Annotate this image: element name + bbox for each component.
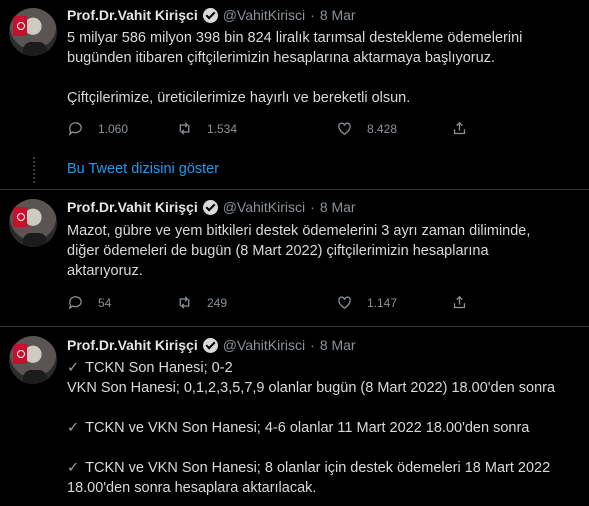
tweet-text-line: VKN Son Hanesi; 0,1,2,3,5,7,9 olanlar bu…: [67, 380, 556, 396]
tweet-header: Prof.Dr.Vahit Kirişçi @VahitKirisci · 8 …: [67, 337, 356, 353]
verified-icon: [202, 337, 218, 353]
retweet-icon: [179, 122, 190, 135]
tweet-text-line: bugünden itibaren çiftçilerimizin hesapl…: [67, 50, 495, 66]
retweet-icon: [179, 296, 190, 309]
like-button[interactable]: 1.147: [336, 294, 451, 311]
retweet-button[interactable]: 249: [176, 294, 336, 311]
flag-icon: [13, 344, 27, 364]
tweet-date[interactable]: 8 Mar: [320, 199, 356, 215]
tweet-text-line: diğer ödemeleri de bugün (8 Mart 2022) ç…: [67, 243, 489, 259]
retweet-button[interactable]: 1.534: [176, 120, 336, 137]
separator-dot: ·: [310, 337, 315, 353]
retweet-count: 1.534: [207, 121, 238, 136]
checkmark-icon: ✓: [67, 460, 80, 476]
reply-count: 1.060: [98, 121, 129, 136]
author-name[interactable]: Prof.Dr.Vahit Kirişçi: [67, 199, 198, 215]
separator-dot: ·: [310, 199, 315, 215]
share-icon: [453, 121, 466, 135]
checkmark-icon: ✓: [67, 360, 80, 376]
tweet-text-line: ✓ TCKN Son Hanesi; 0-2: [67, 360, 233, 376]
share-button[interactable]: [451, 294, 468, 311]
tweet-header: Prof.Dr.Vahit Kirişci @VahitKirisci · 8 …: [67, 7, 356, 23]
thread-line: [33, 157, 37, 183]
like-count: 1.147: [367, 295, 398, 310]
reply-icon: [68, 122, 82, 136]
divider: [0, 189, 589, 190]
author-handle[interactable]: @VahitKirisci: [223, 7, 305, 23]
reply-count: 54: [98, 295, 112, 310]
tweet-date[interactable]: 8 Mar: [320, 337, 356, 353]
share-button[interactable]: [451, 120, 468, 137]
heart-icon: [338, 122, 351, 135]
divider: [0, 326, 589, 327]
author-handle[interactable]: @VahitKirisci: [223, 337, 305, 353]
like-button[interactable]: 8.428: [336, 120, 451, 137]
flag-icon: [13, 16, 27, 36]
tweet-header: Prof.Dr.Vahit Kirişçi @VahitKirisci · 8 …: [67, 199, 356, 215]
retweet-count: 249: [207, 295, 228, 310]
reply-button[interactable]: 1.060: [67, 120, 176, 137]
flag-icon: [13, 207, 27, 227]
reply-icon: [68, 296, 82, 310]
avatar[interactable]: [9, 8, 57, 56]
tweet-text-line: Çiftçilerimize, üreticilerimize hayırlı …: [67, 90, 411, 106]
share-icon: [453, 295, 466, 309]
tweet-actions: 1.060 1.534 8.428: [67, 120, 468, 137]
separator-dot: ·: [310, 7, 315, 23]
tweet-text-line: 5 milyar 586 milyon 398 bin 824 liralık …: [67, 30, 523, 46]
tweet-actions: 54 249 1.147: [67, 294, 468, 311]
checkmark-icon: ✓: [67, 420, 80, 436]
author-handle[interactable]: @VahitKirisci: [223, 199, 305, 215]
tweet-text-line: aktarıyoruz.: [67, 263, 143, 279]
author-name[interactable]: Prof.Dr.Vahit Kirişci: [67, 7, 198, 23]
author-name[interactable]: Prof.Dr.Vahit Kirişçi: [67, 337, 198, 353]
avatar[interactable]: [9, 199, 57, 247]
verified-icon: [202, 199, 218, 215]
tweet-text-line: ✓ TCKN ve VKN Son Hanesi; 4-6 olanlar 11 …: [67, 420, 530, 436]
show-thread-link[interactable]: Bu Tweet dizisini göster: [67, 161, 219, 177]
tweet-text-line: ✓ TCKN ve VKN Son Hanesi; 8 olanlar için …: [67, 460, 551, 476]
tweet-date[interactable]: 8 Mar: [320, 7, 356, 23]
tweet-text: 5 milyar 586 milyon 398 bin 824 liralık …: [67, 28, 577, 108]
tweet-text: Mazot, gübre ve yem bitkileri destek öde…: [67, 221, 577, 281]
reply-button[interactable]: 54: [67, 294, 176, 311]
tweet-text-line: 18.00'den sonra hesaplara aktarılacak.: [67, 480, 317, 496]
avatar[interactable]: [9, 336, 57, 384]
tweet-text: ✓ TCKN Son Hanesi; 0-2 VKN Son Hanesi; 0,…: [67, 358, 577, 498]
like-count: 8.428: [367, 121, 398, 136]
heart-icon: [338, 296, 351, 309]
tweet-text-line: Mazot, gübre ve yem bitkileri destek öde…: [67, 223, 531, 239]
verified-icon: [202, 7, 218, 23]
